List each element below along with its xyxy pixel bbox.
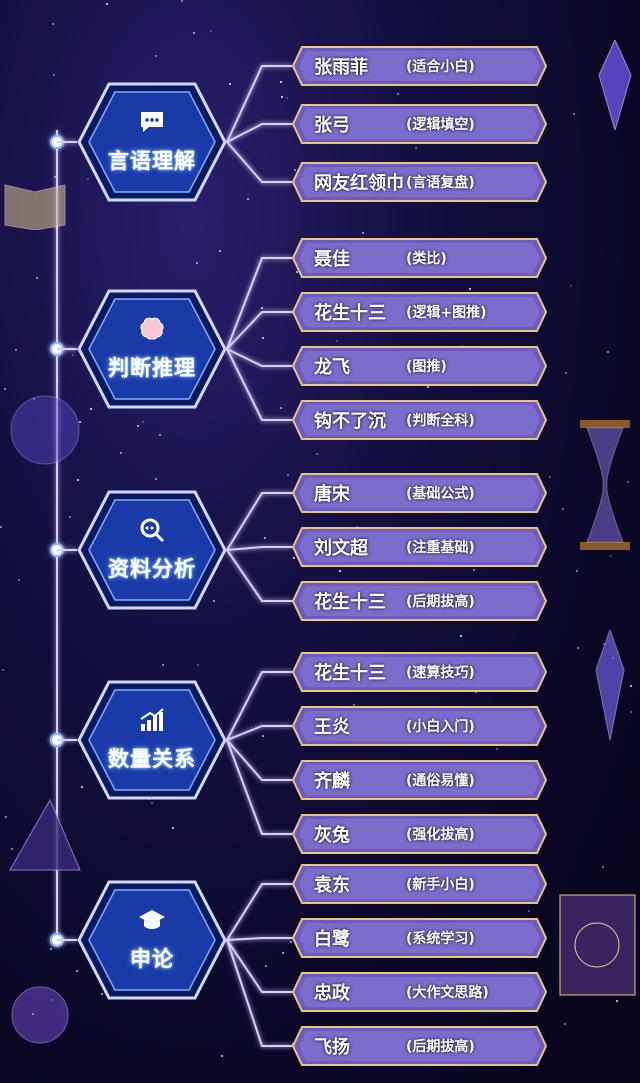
category-label: 判断推理 — [108, 356, 196, 380]
teacher-note: (后期拔高) — [406, 594, 475, 610]
teacher-note: (注重基础) — [406, 540, 475, 556]
branch-line — [226, 739, 292, 781]
open-book-icon — [4, 184, 66, 230]
category-label: 言语理解 — [108, 149, 196, 173]
wizard-hat-icon — [9, 798, 81, 871]
teacher-name: 花生十三 — [314, 663, 386, 684]
teacher-note: (通俗易懂) — [406, 773, 475, 789]
teacher-name: 齐麟 — [314, 771, 350, 792]
teacher-tag[interactable]: 飞扬 (后期拔高) — [292, 1026, 547, 1066]
branch-line — [226, 492, 292, 551]
branch-line — [226, 257, 292, 350]
category-label: 数量关系 — [108, 747, 196, 771]
brain-icon — [138, 316, 166, 352]
branch-line — [226, 725, 292, 741]
teacher-tag[interactable]: 袁东 (新手小白) — [292, 864, 547, 904]
teacher-note: (小白入门) — [406, 719, 475, 735]
teacher-note: (新手小白) — [406, 877, 475, 893]
chat-bubble-icon — [138, 109, 166, 145]
teacher-tag[interactable]: 忠政 (大作文思路) — [292, 972, 547, 1012]
teacher-tag[interactable]: 唐宋 (基础公式) — [292, 473, 547, 513]
teacher-note: (基础公式) — [406, 486, 475, 502]
spellbook-icon — [559, 894, 636, 996]
graduation-cap-icon — [138, 907, 166, 943]
teacher-tag[interactable]: 张雨菲 (适合小白) — [292, 46, 547, 86]
teacher-note: (后期拔高) — [406, 1039, 475, 1055]
hourglass-icon — [580, 420, 630, 550]
teacher-name: 灰兔 — [314, 825, 350, 846]
teacher-note: (适合小白) — [406, 59, 475, 75]
teacher-name: 花生十三 — [314, 303, 386, 324]
teacher-name: 网友红领巾 — [314, 173, 404, 194]
teacher-name: 袁东 — [314, 875, 350, 896]
teacher-name: 钩不了沉 — [314, 411, 386, 432]
branch-line — [226, 546, 292, 551]
teacher-tag[interactable]: 龙飞 (图推) — [292, 346, 547, 386]
teacher-name: 张雨菲 — [314, 57, 368, 78]
branch-line — [226, 311, 292, 350]
branch-line — [226, 671, 292, 741]
branch-line — [226, 348, 292, 367]
teacher-name: 白鹭 — [314, 929, 350, 950]
branch-line — [226, 65, 292, 143]
branch-line — [226, 141, 292, 183]
teacher-note: (大作文思路) — [406, 985, 489, 1001]
category-label: 资料分析 — [108, 557, 196, 581]
teacher-note: (言语复盘) — [406, 175, 475, 191]
teacher-tag[interactable]: 花生十三 (后期拔高) — [292, 581, 547, 621]
teacher-name: 刘文超 — [314, 538, 368, 559]
rising-bar-chart-icon — [138, 707, 166, 743]
branch-line — [226, 939, 292, 993]
category-node[interactable]: 申论 — [77, 880, 227, 1000]
branch-line — [226, 739, 292, 835]
teacher-name: 花生十三 — [314, 592, 386, 613]
teacher-tag[interactable]: 花生十三 (逻辑+图推) — [292, 292, 547, 332]
branch-line — [226, 937, 292, 941]
teacher-note: (系统学习) — [406, 931, 475, 947]
crystal-cluster-icon — [595, 630, 625, 740]
teacher-tag[interactable]: 王炎 (小白入门) — [292, 706, 547, 746]
magic-orb-icon — [11, 986, 69, 1044]
branch-line — [226, 549, 292, 602]
teacher-note: (判断全科) — [406, 413, 475, 429]
teacher-note: (逻辑填空) — [406, 117, 475, 133]
teacher-tag[interactable]: 张弓 (逻辑填空) — [292, 104, 547, 144]
teacher-name: 张弓 — [314, 115, 350, 136]
teacher-tag[interactable]: 花生十三 (速算技巧) — [292, 652, 547, 692]
category-node[interactable]: 言语理解 — [77, 82, 227, 202]
teacher-name: 王炎 — [314, 717, 350, 738]
category-node[interactable]: 数量关系 — [77, 680, 227, 800]
teacher-name: 龙飞 — [314, 357, 350, 378]
category-node[interactable]: 资料分析 — [77, 490, 227, 610]
teacher-note: (强化拔高) — [406, 827, 475, 843]
teacher-name: 忠政 — [314, 983, 350, 1004]
teacher-tag[interactable]: 灰兔 (强化拔高) — [292, 814, 547, 854]
teacher-tag[interactable]: 网友红领巾 (言语复盘) — [292, 162, 547, 202]
teacher-tag[interactable]: 刘文超 (注重基础) — [292, 527, 547, 567]
magnifier-icon — [138, 517, 166, 553]
teacher-note: (类比) — [406, 251, 447, 267]
category-node[interactable]: 判断推理 — [77, 289, 227, 409]
category-label: 申论 — [130, 947, 174, 971]
crystal-ball-icon — [10, 395, 80, 465]
branch-line — [226, 348, 292, 421]
branch-line — [226, 123, 292, 143]
teacher-tag[interactable]: 白鹭 (系统学习) — [292, 918, 547, 958]
branch-line — [226, 883, 292, 941]
teacher-name: 唐宋 — [314, 484, 350, 505]
teacher-name: 飞扬 — [314, 1037, 350, 1058]
teacher-name: 聂佳 — [314, 249, 350, 270]
teacher-note: (图推) — [406, 359, 447, 375]
teacher-note: (速算技巧) — [406, 665, 475, 681]
teacher-tag[interactable]: 齐麟 (通俗易懂) — [292, 760, 547, 800]
teacher-note: (逻辑+图推) — [406, 305, 487, 321]
teacher-tag[interactable]: 钩不了沉 (判断全科) — [292, 400, 547, 440]
teacher-tag[interactable]: 聂佳 (类比) — [292, 238, 547, 278]
crystal-icon — [598, 40, 632, 130]
